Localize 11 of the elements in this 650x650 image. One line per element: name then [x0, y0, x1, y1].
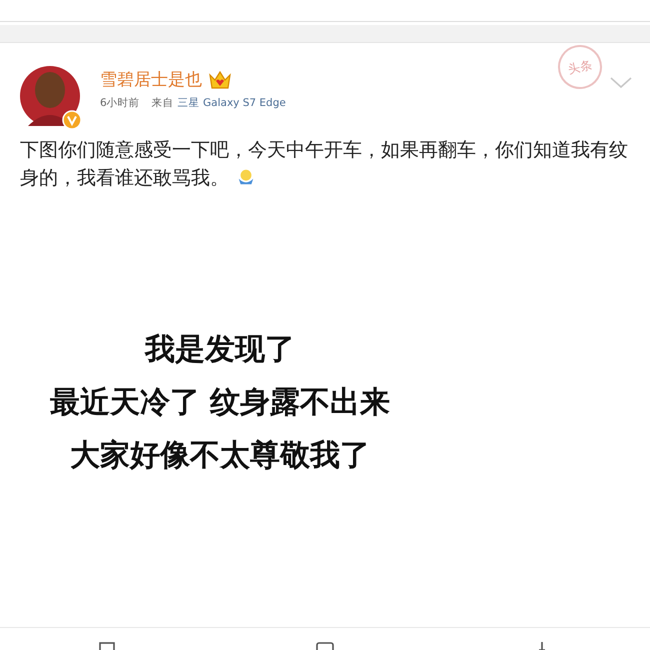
image-caption-line: 我是发现了: [145, 331, 295, 369]
image-caption-line: 最近天冷了 纹身露不出来: [50, 384, 390, 422]
author-name[interactable]: 雪碧居士是也: [100, 68, 202, 91]
post-text: 下图你们随意感受一下吧，今天中午开车，如果再翻车，你们知道我有纹身的，我看谁还敢骂我。: [20, 138, 629, 191]
crown-icon: [208, 68, 232, 90]
post-time: 6小时前: [100, 96, 140, 110]
source-device[interactable]: 三星 Galaxy S7 Edge: [178, 96, 286, 110]
shrug-emoji-icon: [237, 168, 255, 186]
source-label: 来自: [152, 96, 174, 110]
avatar-icon[interactable]: [20, 66, 80, 126]
image-caption-line: 大家好像不太尊敬我了: [70, 437, 370, 475]
